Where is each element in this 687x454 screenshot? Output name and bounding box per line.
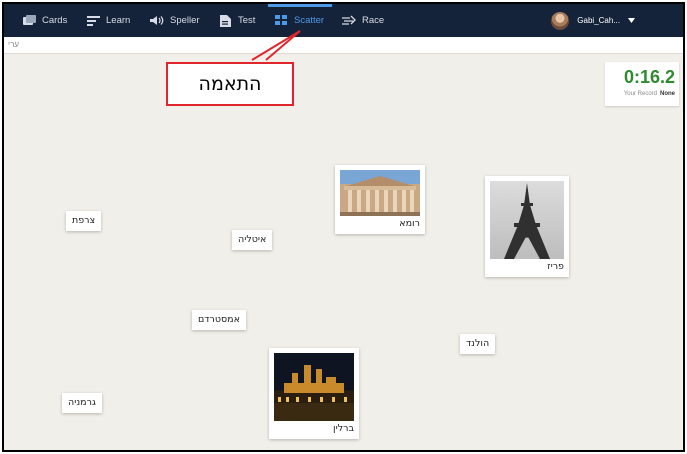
chevron-down-icon xyxy=(628,16,635,25)
nav-item-cards[interactable]: Cards xyxy=(22,4,67,37)
tile-france[interactable]: צרפת xyxy=(66,211,102,231)
tile-label: ברלין xyxy=(333,423,354,434)
breadcrumb[interactable]: ערי xyxy=(8,40,19,49)
nav-item-learn[interactable]: Learn xyxy=(86,4,130,37)
tile-paris[interactable]: פריז xyxy=(485,176,569,277)
test-icon xyxy=(218,14,232,28)
sub-bar: ערי xyxy=(4,37,683,54)
tile-italy[interactable]: איטליה xyxy=(232,230,273,250)
scatter-icon xyxy=(274,14,288,28)
timer-panel: 0:16.2 Your Record None xyxy=(605,62,679,106)
nav-label-race: Race xyxy=(362,15,385,26)
callout-box: התאמה xyxy=(166,62,294,106)
nav-label-speller: Speller xyxy=(170,15,200,26)
app-frame: Cards Learn Speller Test Scatter Race Ga… xyxy=(2,2,685,452)
tile-holland[interactable]: הולנד xyxy=(460,334,496,354)
avatar xyxy=(551,11,570,30)
tile-germany[interactable]: גרמניה xyxy=(62,393,102,413)
tile-rome[interactable]: רומא xyxy=(335,165,425,234)
nav-label-scatter: Scatter xyxy=(294,15,325,26)
nav-label-learn: Learn xyxy=(106,15,131,26)
speaker-icon xyxy=(150,14,164,28)
user-menu[interactable]: Gabi_Cah... xyxy=(551,4,635,37)
tile-berlin[interactable]: ברלין xyxy=(269,348,359,439)
tile-label: איטליה xyxy=(238,234,267,245)
nav-item-test[interactable]: Test xyxy=(218,4,255,37)
tile-amsterdam[interactable]: אמסטרדם xyxy=(192,310,246,330)
eiffel-tower-image xyxy=(490,181,564,259)
tile-label: אמסטרדם xyxy=(198,314,240,325)
learn-icon xyxy=(86,14,100,28)
rome-building-image xyxy=(340,170,420,216)
cards-icon xyxy=(22,14,36,28)
user-name: Gabi_Cah... xyxy=(577,16,620,25)
nav-item-race[interactable]: Race xyxy=(342,4,384,37)
top-nav: Cards Learn Speller Test Scatter Race Ga… xyxy=(4,4,683,37)
tile-label: גרמניה xyxy=(68,397,96,408)
race-icon xyxy=(342,14,356,28)
timer-time: 0:16.2 xyxy=(623,67,675,87)
nav-label-cards: Cards xyxy=(42,15,68,26)
tile-label: פריז xyxy=(547,261,564,272)
tile-label: הולנד xyxy=(466,338,490,349)
nav-item-scatter[interactable]: Scatter xyxy=(267,4,333,37)
record-label: Your Record xyxy=(623,91,657,97)
nav-label-test: Test xyxy=(238,15,256,26)
tile-label: רומא xyxy=(399,218,420,229)
tile-label: צרפת xyxy=(72,215,96,226)
timer-record: Your Record None xyxy=(605,91,675,97)
berlin-night-image xyxy=(274,353,354,421)
callout-text: התאמה xyxy=(198,73,262,95)
record-value: None xyxy=(660,91,675,97)
nav-item-speller[interactable]: Speller xyxy=(150,4,200,37)
